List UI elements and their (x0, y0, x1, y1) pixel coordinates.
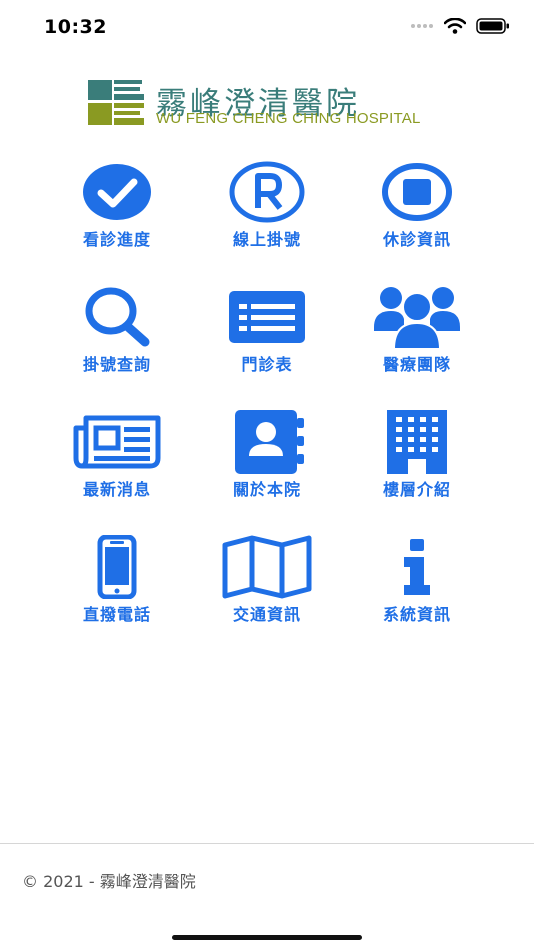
menu-item-label: 直撥電話 (82, 605, 151, 624)
registered-icon (229, 161, 305, 223)
mobile-phone-icon (97, 535, 137, 599)
menu-item-about-hospital[interactable]: 關於本院 (202, 410, 332, 520)
home-indicator[interactable] (172, 935, 362, 940)
newspaper-icon (73, 415, 161, 469)
menu-item-closure-info[interactable]: 休診資訊 (352, 160, 482, 270)
menu-item-label: 掛號查詢 (82, 355, 151, 374)
menu-item-traffic-info[interactable]: 交通資訊 (202, 535, 332, 645)
menu-item-label: 醫療團隊 (382, 355, 451, 374)
hospital-name-en: WU FENG CHENG CHING HOSPITAL (156, 110, 421, 127)
menu-item-label: 看診進度 (82, 230, 151, 249)
menu-item-label: 樓層介紹 (382, 480, 451, 499)
checkmark-circle-icon (83, 164, 151, 220)
map-icon (222, 535, 312, 599)
battery-icon (476, 18, 509, 34)
search-icon (85, 287, 150, 347)
signal-dots-icon (411, 24, 433, 28)
users-icon (374, 287, 460, 349)
menu-item-latest-news[interactable]: 最新消息 (52, 410, 182, 520)
status-bar: 10:32 (0, 0, 534, 56)
building-icon (387, 410, 447, 474)
hospital-logo: 霧峰澄清醫院 WU FENG CHENG CHING HOSPITAL (88, 80, 433, 130)
menu-item-label: 關於本院 (232, 480, 301, 499)
menu-item-label: 系統資訊 (382, 605, 451, 624)
list-card-icon (229, 291, 305, 343)
stop-circle-icon (382, 163, 452, 221)
menu-item-label: 門診表 (241, 355, 293, 374)
menu-item-label: 線上掛號 (232, 230, 301, 249)
menu-item-online-registration[interactable]: 線上掛號 (202, 160, 332, 270)
menu-item-label: 最新消息 (82, 480, 151, 499)
menu-item-label: 休診資訊 (382, 230, 451, 249)
menu-item-direct-call[interactable]: 直撥電話 (52, 535, 182, 645)
menu-item-medical-team[interactable]: 醫療團隊 (352, 285, 482, 395)
menu-item-label: 交通資訊 (232, 605, 301, 624)
contact-book-icon (235, 410, 304, 474)
info-icon (404, 539, 430, 595)
menu-item-registration-query[interactable]: 掛號查詢 (52, 285, 182, 395)
footer-divider (0, 843, 534, 844)
menu-item-appointment-progress[interactable]: 看診進度 (52, 160, 182, 270)
hospital-logo-mark (88, 80, 144, 125)
status-time: 10:32 (44, 16, 107, 38)
menu-item-system-info[interactable]: 系統資訊 (352, 535, 482, 645)
status-icons (410, 18, 510, 34)
footer-copyright: © 2021 - 霧峰澄清醫院 (22, 872, 196, 891)
menu-item-floor-guide[interactable]: 樓層介紹 (352, 410, 482, 520)
menu-item-clinic-schedule[interactable]: 門診表 (202, 285, 332, 395)
wifi-icon (444, 18, 466, 34)
